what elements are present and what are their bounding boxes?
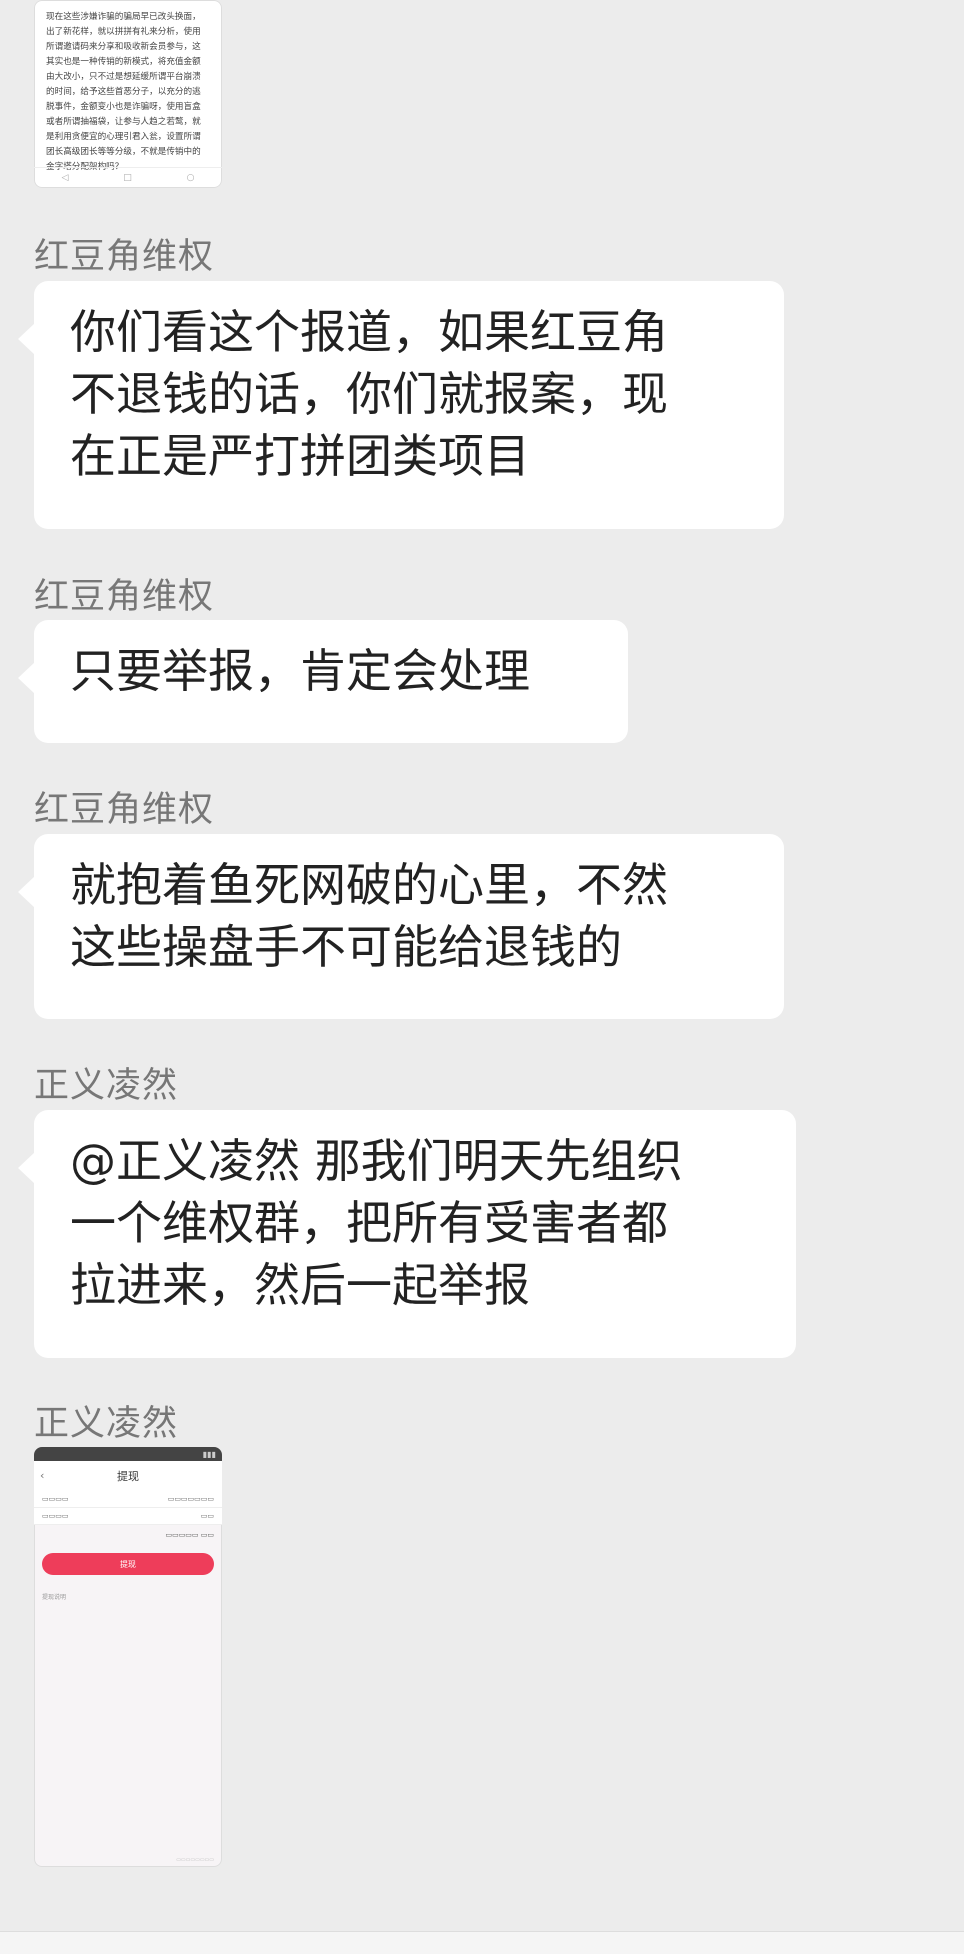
message-bubble[interactable]: 只要举报，肯定会处理 bbox=[18, 620, 628, 743]
phone-subtext: ▭▭▭▭▭ ▭▭ bbox=[165, 1531, 214, 1539]
phone-status-bar: ▮▮▮ bbox=[34, 1447, 222, 1461]
bottom-input-bar bbox=[0, 1931, 964, 1954]
phone-title: 提现 bbox=[117, 1470, 139, 1483]
message-bubble[interactable]: 你们看这个报道，如果红豆角 不退钱的话，你们就报案，现 在正是严打拼团类项目 bbox=[18, 281, 784, 529]
sender-name: 正义凌然 bbox=[34, 1404, 179, 1444]
sender-name: 红豆角维权 bbox=[34, 790, 215, 830]
sender-name: 红豆角维权 bbox=[34, 237, 215, 277]
phone-notes-head: 提现说明 bbox=[42, 1594, 67, 1601]
phone-header: ‹ 提现 bbox=[34, 1461, 222, 1491]
message-line: 不退钱的话，你们就报案，现 bbox=[70, 367, 668, 421]
phone-screenshot-message[interactable]: ▮▮▮ ‹ 提现 ▭▭▭▭ ▭▭▭▭▭▭▭ ▭▭▭▭ ▭▭ ▭▭▭▭▭ ▭▭ 提现 … bbox=[34, 1447, 222, 1867]
article-image-message[interactable]: 现在这些涉嫌诈骗的骗局早已改头换面， 出了新花样，就以拼拼有礼来分析，使用 所谓… bbox=[34, 0, 222, 188]
recent-icon: ○ bbox=[186, 173, 195, 183]
message-bubble[interactable]: 就抱着鱼死网破的心里，不然 这些操盘手不可能给退钱的 bbox=[18, 834, 784, 1019]
message-line: 就抱着鱼死网破的心里，不然 bbox=[70, 858, 668, 912]
message-line: 这些操盘手不可能给退钱的 bbox=[70, 920, 622, 974]
message-line: 拉进来，然后一起举报 bbox=[70, 1258, 530, 1312]
back-icon: ◁ bbox=[61, 173, 69, 183]
message-line: 在正是严打拼团类项目 bbox=[70, 429, 530, 483]
message-bubble[interactable]: @正义凌然 那我们明天先组织 一个维权群，把所有受害者都 拉进来，然后一起举报 bbox=[18, 1110, 796, 1358]
message-line: 一个维权群，把所有受害者都 bbox=[70, 1196, 668, 1250]
phone-row: ▭▭▭▭ ▭▭▭▭▭▭▭ bbox=[34, 1491, 222, 1508]
message-line: 只要举报，肯定会处理 bbox=[70, 644, 530, 698]
chevron-left-icon: ‹ bbox=[40, 1469, 45, 1482]
message-line: 你们看这个报道，如果红豆角 bbox=[70, 305, 668, 359]
article-image-navbar: ◁ □ ○ bbox=[34, 167, 222, 188]
phone-footer: ▭▭▭▭▭▭▭▭ bbox=[176, 1857, 214, 1863]
home-icon: □ bbox=[123, 173, 132, 183]
phone-notes: 提现说明 bbox=[34, 1583, 222, 1612]
phone-row: ▭▭▭▭ ▭▭ bbox=[34, 1508, 222, 1525]
sender-name: 正义凌然 bbox=[34, 1066, 179, 1106]
phone-withdraw-button: 提现 bbox=[42, 1553, 214, 1575]
message-line: @正义凌然 那我们明天先组织 bbox=[70, 1134, 683, 1188]
chat-area[interactable]: 现在这些涉嫌诈骗的骗局早已改头换面， 出了新花样，就以拼拼有礼来分析，使用 所谓… bbox=[0, 0, 964, 1954]
sender-name: 红豆角维权 bbox=[34, 577, 215, 617]
article-image-text: 现在这些涉嫌诈骗的骗局早已改头换面， 出了新花样，就以拼拼有礼来分析，使用 所谓… bbox=[46, 12, 201, 172]
